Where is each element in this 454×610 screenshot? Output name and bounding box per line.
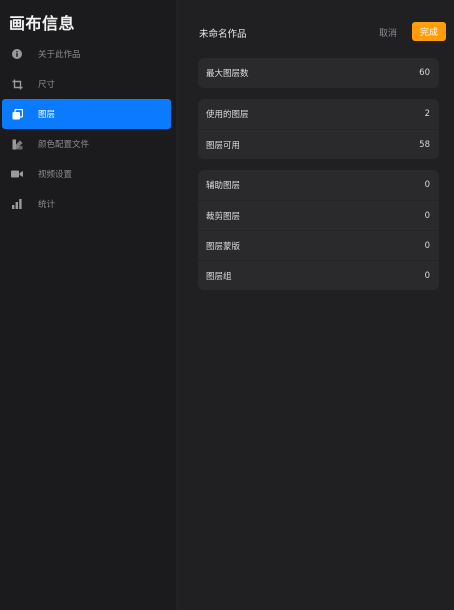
sidebar-item-label: 视频设置 — [38, 170, 73, 180]
sidebar-item-layers[interactable]: 图层 — [2, 99, 171, 129]
info-row-available-layers: 图层可用 58 — [198, 129, 439, 159]
layers-info-content: 未命名作品 取消 完成 最大图层数 60 使用的图层 2 图层可用 58 辅助图… — [177, 0, 454, 610]
sidebar-item-label: 关于此作品 — [38, 50, 81, 60]
row-label: 图层可用 — [206, 140, 241, 151]
sidebar-title: 画布信息 — [9, 14, 76, 33]
crop-icon — [10, 77, 24, 91]
sidebar-item-dimensions[interactable]: 尺寸 — [2, 69, 171, 99]
sidebar-item-about[interactable]: 关于此作品 — [2, 39, 171, 69]
layer-usage-group: 使用的图层 2 图层可用 58 — [198, 99, 439, 159]
row-value: 0 — [424, 210, 430, 221]
sidebar-item-statistics[interactable]: 统计 — [2, 189, 171, 219]
layer-types-group: 辅助图层 0 裁剪图层 0 图层蒙版 0 图层组 0 — [198, 170, 439, 290]
sidebar-item-label: 统计 — [38, 200, 56, 210]
info-row-max-layers: 最大图层数 60 — [198, 58, 439, 88]
row-label: 辅助图层 — [206, 181, 241, 191]
row-value: 60 — [419, 68, 430, 78]
row-label: 图层组 — [206, 271, 232, 282]
bar-chart-icon — [10, 197, 24, 211]
row-value: 58 — [419, 139, 430, 150]
video-camera-icon — [10, 167, 24, 181]
color-profile-icon — [10, 137, 24, 151]
row-label: 使用的图层 — [206, 110, 249, 120]
info-row-layer-masks: 图层蒙版 0 — [198, 230, 439, 260]
sidebar-item-color-profile[interactable]: 颜色配置文件 — [2, 129, 171, 159]
row-value: 0 — [424, 240, 430, 251]
layers-icon — [10, 107, 24, 121]
done-button[interactable]: 完成 — [412, 22, 446, 41]
sidebar-nav: 关于此作品 尺寸 图层 颜色配置文件 视频设置 统计 — [0, 39, 177, 219]
row-value: 0 — [424, 270, 430, 281]
info-row-used-layers: 使用的图层 2 — [198, 99, 439, 129]
row-label: 最大图层数 — [206, 69, 249, 79]
info-row-layer-groups: 图层组 0 — [198, 260, 439, 290]
canvas-info-panel: 画布信息 关于此作品 尺寸 图层 颜色配置文件 视频设置 统计 未命名作品 取消… — [0, 0, 454, 610]
info-row-reference-layers: 辅助图层 0 — [198, 170, 439, 200]
row-value: 0 — [424, 180, 430, 190]
cancel-button[interactable]: 取消 — [379, 26, 397, 39]
info-icon — [10, 47, 24, 61]
max-layers-group: 最大图层数 60 — [198, 58, 439, 88]
sidebar-item-label: 尺寸 — [38, 80, 56, 90]
sidebar: 画布信息 关于此作品 尺寸 图层 颜色配置文件 视频设置 统计 — [0, 0, 177, 610]
sidebar-item-video-settings[interactable]: 视频设置 — [2, 159, 171, 189]
row-value: 2 — [424, 109, 430, 119]
row-label: 图层蒙版 — [206, 241, 241, 252]
row-label: 裁剪图层 — [206, 211, 241, 222]
sidebar-item-label: 图层 — [38, 110, 56, 120]
info-row-clipping-layers: 裁剪图层 0 — [198, 200, 439, 230]
document-title: 未命名作品 — [199, 29, 247, 40]
sidebar-item-label: 颜色配置文件 — [38, 140, 90, 150]
